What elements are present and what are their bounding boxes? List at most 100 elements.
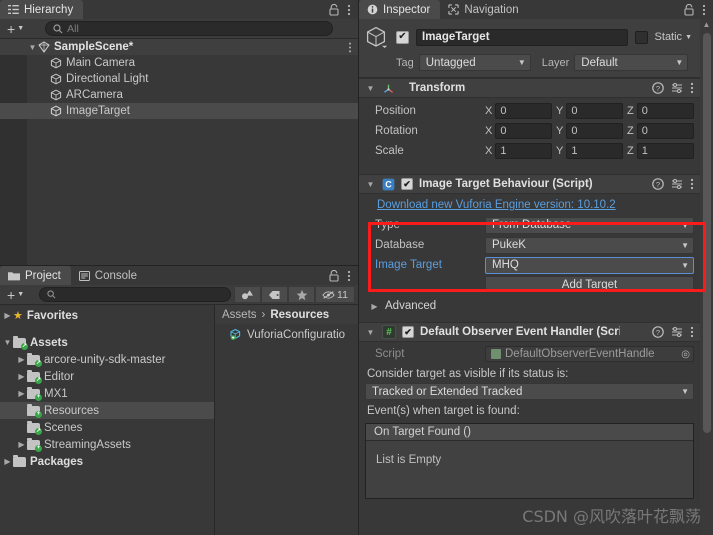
chevron-right-icon[interactable]: ▶ (16, 372, 27, 381)
project-item-assets[interactable]: ▼ ↗ Assets (0, 334, 214, 351)
scale-x-input[interactable]: 1 (495, 143, 552, 159)
image-target-dropdown[interactable]: MHQ ▼ (485, 256, 694, 274)
hierarchy-item-directional-light[interactable]: Directional Light (0, 71, 358, 87)
project-item-scenes[interactable]: ▶ ↗ Scenes (0, 419, 214, 436)
chevron-down-icon[interactable]: ▼ (365, 328, 376, 337)
tab-hierarchy[interactable]: Hierarchy (0, 0, 84, 19)
object-picker-icon[interactable]: ◎ (681, 349, 690, 360)
component-enabled-checkbox[interactable]: ✔ (402, 326, 414, 338)
kebab-menu-icon[interactable] (690, 82, 694, 94)
tab-inspector[interactable]: Inspector (359, 0, 441, 19)
project-item-arcore[interactable]: ▶ ↗ arcore-unity-sdk-master (0, 351, 214, 368)
svg-text:?: ? (656, 180, 660, 189)
chevron-right-icon[interactable]: ▶ (2, 311, 13, 320)
project-item-resources[interactable]: ▶ + Resources (0, 402, 214, 419)
project-item-favorites[interactable]: ▶ ★ Favorites (0, 307, 214, 324)
kebab-menu-icon[interactable] (347, 4, 351, 16)
static-dropdown[interactable]: Static ▼ (655, 31, 692, 43)
scrollbar-thumb[interactable] (703, 33, 711, 433)
type-filter-icon[interactable] (234, 286, 261, 303)
chevron-down-icon[interactable]: ▼ (27, 43, 38, 52)
asset-item-vuforia-configuration[interactable]: VuforiaConfiguratio (215, 326, 358, 343)
database-dropdown[interactable]: PukeK ▼ (485, 236, 694, 254)
hierarchy-item-arcamera[interactable]: ARCamera (0, 87, 358, 103)
chevron-right-icon[interactable]: ▶ (369, 302, 380, 311)
chevron-down-icon[interactable]: ▼ (2, 338, 13, 347)
advanced-foldout[interactable]: ▶ Advanced (365, 296, 694, 316)
component-enabled-checkbox[interactable]: ✔ (401, 178, 413, 190)
image-target-behaviour-body: Download new Vuforia Engine version: 10.… (359, 194, 700, 322)
kebab-menu-icon[interactable] (347, 270, 351, 282)
hierarchy-item-imagetarget[interactable]: ImageTarget (0, 103, 358, 119)
help-icon[interactable]: ? (652, 82, 664, 94)
position-x-input[interactable]: 0 (495, 103, 552, 119)
chevron-placeholder: ▶ (16, 406, 27, 415)
position-z-input[interactable]: 0 (636, 103, 694, 119)
scroll-up-arrow[interactable]: ▲ (700, 20, 713, 29)
help-icon[interactable]: ? (652, 326, 664, 338)
hierarchy-item-main-camera[interactable]: Main Camera (0, 55, 358, 71)
axis-y-label: Y (556, 105, 564, 117)
hierarchy-search-input[interactable]: All (45, 21, 334, 36)
breadcrumb-assets[interactable]: Assets (222, 309, 257, 321)
component-header-default-observer-event-handler[interactable]: ▼ # ✔ Default Observer Event Handler (Sc… (359, 322, 700, 342)
gameobject-enabled-checkbox[interactable]: ✔ (396, 30, 409, 44)
inspector-scrollbar[interactable]: ▲ (700, 19, 713, 535)
create-gameobject-button[interactable]: + ▼ (3, 22, 28, 36)
chevron-right-icon[interactable]: ▶ (16, 440, 27, 449)
kebab-menu-icon[interactable] (690, 178, 694, 190)
hidden-assets-toggle[interactable]: 11 (315, 286, 355, 303)
project-item-mx1[interactable]: ▶ + MX1 (0, 385, 214, 402)
rotation-x-input[interactable]: 0 (495, 123, 552, 139)
vuforia-download-link[interactable]: Download new Vuforia Engine version: 10.… (365, 196, 694, 216)
tag-dropdown[interactable]: Untagged ▼ (418, 54, 531, 71)
layer-dropdown[interactable]: Default ▼ (574, 54, 689, 71)
axis-y-label: Y (556, 145, 564, 157)
kebab-menu-icon[interactable] (348, 42, 352, 53)
chevron-right-icon[interactable]: ▶ (16, 389, 27, 398)
gameobject-name-input[interactable]: ImageTarget (416, 28, 628, 46)
preset-icon[interactable] (671, 326, 683, 338)
preset-icon[interactable] (671, 82, 683, 94)
favorite-star-icon[interactable] (288, 286, 315, 303)
label-filter-icon[interactable] (261, 286, 288, 303)
chevron-down-icon[interactable]: ▼ (365, 84, 376, 93)
project-item-packages[interactable]: ▶ Packages (0, 453, 214, 470)
project-item-label: Editor (44, 370, 75, 383)
script-object-field[interactable]: DefaultObserverEventHandle ◎ (485, 346, 694, 362)
axis-x-label: X (485, 145, 493, 157)
tab-console[interactable]: Console (71, 266, 147, 285)
hierarchy-scene-row[interactable]: ▼ SampleScene* (0, 39, 358, 55)
transform-scale-row: Scale X1 Y1 Z1 (365, 142, 694, 160)
lock-icon[interactable] (684, 3, 694, 16)
breadcrumb-resources[interactable]: Resources (270, 309, 329, 321)
component-header-image-target-behaviour[interactable]: ▼ C ✔ Image Target Behaviour (Script) ? (359, 174, 700, 194)
project-item-editor[interactable]: ▶ ↗ Editor (0, 368, 214, 385)
static-checkbox[interactable] (634, 30, 648, 44)
database-value: PukeK (492, 239, 526, 251)
scale-z-input[interactable]: 1 (636, 143, 694, 159)
add-target-button[interactable]: Add Target (485, 276, 694, 293)
help-icon[interactable]: ? (652, 178, 664, 190)
rotation-z-input[interactable]: 0 (636, 123, 694, 139)
hierarchy-item-label: Directional Light (66, 73, 149, 85)
component-header-transform[interactable]: ▼ Transform ? (359, 78, 700, 98)
position-y-input[interactable]: 0 (566, 103, 623, 119)
preset-icon[interactable] (671, 178, 683, 190)
chevron-right-icon[interactable]: ▶ (2, 457, 13, 466)
type-dropdown[interactable]: From Database ▼ (485, 216, 694, 234)
tab-project[interactable]: Project (0, 266, 71, 285)
project-search-input[interactable] (39, 287, 231, 302)
chevron-down-icon[interactable]: ▼ (365, 180, 376, 189)
kebab-menu-icon[interactable] (690, 326, 694, 338)
status-dropdown[interactable]: Tracked or Extended Tracked ▼ (365, 383, 694, 400)
tab-navigation[interactable]: Navigation (440, 0, 528, 19)
project-item-streamingassets[interactable]: ▶ + StreamingAssets (0, 436, 214, 453)
scale-y-input[interactable]: 1 (566, 143, 623, 159)
lock-icon[interactable] (329, 3, 339, 16)
kebab-menu-icon[interactable] (702, 4, 706, 16)
chevron-right-icon[interactable]: ▶ (16, 355, 27, 364)
create-asset-button[interactable]: + ▼ (3, 288, 28, 302)
rotation-y-input[interactable]: 0 (566, 123, 623, 139)
lock-icon[interactable] (329, 269, 339, 282)
